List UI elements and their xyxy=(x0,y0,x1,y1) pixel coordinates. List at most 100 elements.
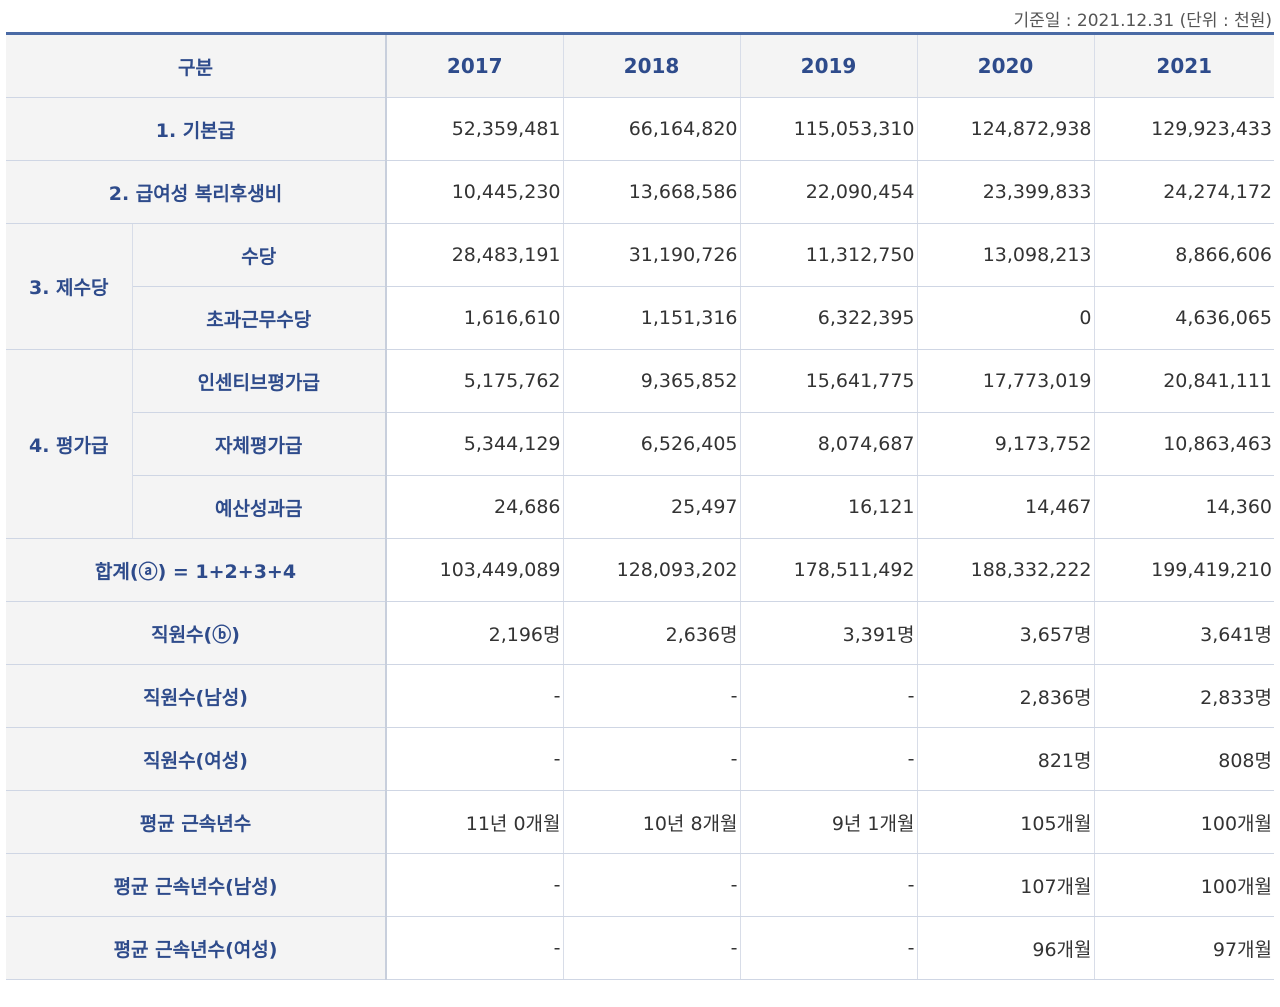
value-cell: 24,274,172 xyxy=(1094,160,1274,224)
header-year: 2017 xyxy=(386,33,564,98)
group-label-allowances: 3. 제수당 xyxy=(6,223,133,350)
value-cell: 10년 8개월 xyxy=(563,790,741,854)
value-cell: 25,497 xyxy=(563,475,741,539)
row-label: 평균 근속년수(남성) xyxy=(6,853,387,917)
value-cell: - xyxy=(386,916,564,980)
value-cell: 107개월 xyxy=(917,853,1095,917)
row-label: 직원수(남성) xyxy=(6,664,387,728)
header-row: 구분 2017 2018 2019 2020 2021 xyxy=(6,33,1274,98)
value-cell: 8,866,606 xyxy=(1094,223,1274,287)
row-budget-perf: 예산성과금 24,686 25,497 16,121 14,467 14,360 xyxy=(6,475,1274,539)
row-incentive: 4. 평가급 인센티브평가급 5,175,762 9,365,852 15,64… xyxy=(6,349,1274,539)
value-cell: 13,098,213 xyxy=(917,223,1095,287)
value-cell: 115,053,310 xyxy=(740,97,918,161)
value-cell: 15,641,775 xyxy=(740,349,918,413)
value-cell: 3,641명 xyxy=(1094,601,1274,665)
value-cell: 16,121 xyxy=(740,475,918,539)
value-cell: 0 xyxy=(917,286,1095,350)
value-cell: - xyxy=(386,727,564,791)
value-cell: 1,151,316 xyxy=(563,286,741,350)
value-cell: 3,657명 xyxy=(917,601,1095,665)
value-cell: - xyxy=(740,664,918,728)
value-cell: 13,668,586 xyxy=(563,160,741,224)
value-cell: 17,773,019 xyxy=(917,349,1095,413)
value-cell: 5,175,762 xyxy=(386,349,564,413)
value-cell: - xyxy=(740,727,918,791)
value-cell: 199,419,210 xyxy=(1094,538,1274,602)
row-total: 합계(ⓐ) = 1+2+3+4 103,449,089 128,093,202 … xyxy=(6,538,1274,602)
row-label: 수당 xyxy=(132,223,387,287)
value-cell: 100개월 xyxy=(1094,853,1274,917)
value-cell: 14,360 xyxy=(1094,475,1274,539)
value-cell: 3,391명 xyxy=(740,601,918,665)
value-cell: 31,190,726 xyxy=(563,223,741,287)
value-cell: 124,872,938 xyxy=(917,97,1095,161)
row-allowance: 3. 제수당 수당 28,483,191 31,190,726 11,312,7… xyxy=(6,223,1274,350)
value-cell: - xyxy=(740,853,918,917)
value-cell: - xyxy=(740,916,918,980)
header-year: 2020 xyxy=(917,33,1095,98)
value-cell: - xyxy=(563,727,741,791)
value-cell: - xyxy=(563,853,741,917)
value-cell: 9년 1개월 xyxy=(740,790,918,854)
value-cell: 97개월 xyxy=(1094,916,1274,980)
value-cell: 8,074,687 xyxy=(740,412,918,476)
group-label-evaluation: 4. 평가급 xyxy=(6,349,133,539)
header-category: 구분 xyxy=(6,33,387,98)
value-cell: 2,636명 xyxy=(563,601,741,665)
value-cell: 52,359,481 xyxy=(386,97,564,161)
value-cell: 23,399,833 xyxy=(917,160,1095,224)
row-overtime: 초과근무수당 1,616,610 1,151,316 6,322,395 0 4… xyxy=(6,286,1274,350)
value-cell: 808명 xyxy=(1094,727,1274,791)
value-cell: 22,090,454 xyxy=(740,160,918,224)
row-basic-pay: 1. 기본급 52,359,481 66,164,820 115,053,310… xyxy=(6,97,1274,161)
value-cell: 14,467 xyxy=(917,475,1095,539)
value-cell: 9,173,752 xyxy=(917,412,1095,476)
value-cell: 2,836명 xyxy=(917,664,1095,728)
value-cell: 129,923,433 xyxy=(1094,97,1274,161)
row-label: 예산성과금 xyxy=(132,475,387,539)
value-cell: - xyxy=(386,853,564,917)
row-employees-male: 직원수(남성) - - - 2,836명 2,833명 xyxy=(6,664,1274,728)
value-cell: 96개월 xyxy=(917,916,1095,980)
row-label: 1. 기본급 xyxy=(6,97,387,161)
row-label: 초과근무수당 xyxy=(132,286,387,350)
row-employees-female: 직원수(여성) - - - 821명 808명 xyxy=(6,727,1274,791)
row-label: 평균 근속년수(여성) xyxy=(6,916,387,980)
basis-note: 기준일 : 2021.12.31 (단위 : 천원) xyxy=(1013,11,1272,31)
value-cell: 4,636,065 xyxy=(1094,286,1274,350)
value-cell: 100개월 xyxy=(1094,790,1274,854)
value-cell: 24,686 xyxy=(386,475,564,539)
row-label: 직원수(여성) xyxy=(6,727,387,791)
value-cell: 11,312,750 xyxy=(740,223,918,287)
value-cell: 20,841,111 xyxy=(1094,349,1274,413)
value-cell: - xyxy=(386,664,564,728)
value-cell: 821명 xyxy=(917,727,1095,791)
value-cell: 1,616,610 xyxy=(386,286,564,350)
header-year: 2019 xyxy=(740,33,918,98)
value-cell: - xyxy=(563,664,741,728)
value-cell: 6,526,405 xyxy=(563,412,741,476)
value-cell: 103,449,089 xyxy=(386,538,564,602)
row-label: 합계(ⓐ) = 1+2+3+4 xyxy=(6,538,387,602)
header-year: 2018 xyxy=(563,33,741,98)
row-label: 자체평가급 xyxy=(132,412,387,476)
value-cell: 6,322,395 xyxy=(740,286,918,350)
value-cell: 2,196명 xyxy=(386,601,564,665)
row-avg-tenure: 평균 근속년수 11년 0개월 10년 8개월 9년 1개월 105개월 100… xyxy=(6,790,1274,854)
value-cell: 66,164,820 xyxy=(563,97,741,161)
header-year: 2021 xyxy=(1094,33,1274,98)
salary-table: 구분 2017 2018 2019 2020 2021 1. 기본급 52,35… xyxy=(6,32,1274,980)
value-cell: 188,332,222 xyxy=(917,538,1095,602)
value-cell: 5,344,129 xyxy=(386,412,564,476)
row-label: 인센티브평가급 xyxy=(132,349,387,413)
value-cell: 11년 0개월 xyxy=(386,790,564,854)
value-cell: 128,093,202 xyxy=(563,538,741,602)
row-welfare: 2. 급여성 복리후생비 10,445,230 13,668,586 22,09… xyxy=(6,160,1274,224)
row-label: 직원수(ⓑ) xyxy=(6,601,387,665)
row-employees: 직원수(ⓑ) 2,196명 2,636명 3,391명 3,657명 3,641… xyxy=(6,601,1274,665)
row-label: 2. 급여성 복리후생비 xyxy=(6,160,387,224)
row-self-eval: 자체평가급 5,344,129 6,526,405 8,074,687 9,17… xyxy=(6,412,1274,476)
value-cell: - xyxy=(563,916,741,980)
row-label: 평균 근속년수 xyxy=(6,790,387,854)
